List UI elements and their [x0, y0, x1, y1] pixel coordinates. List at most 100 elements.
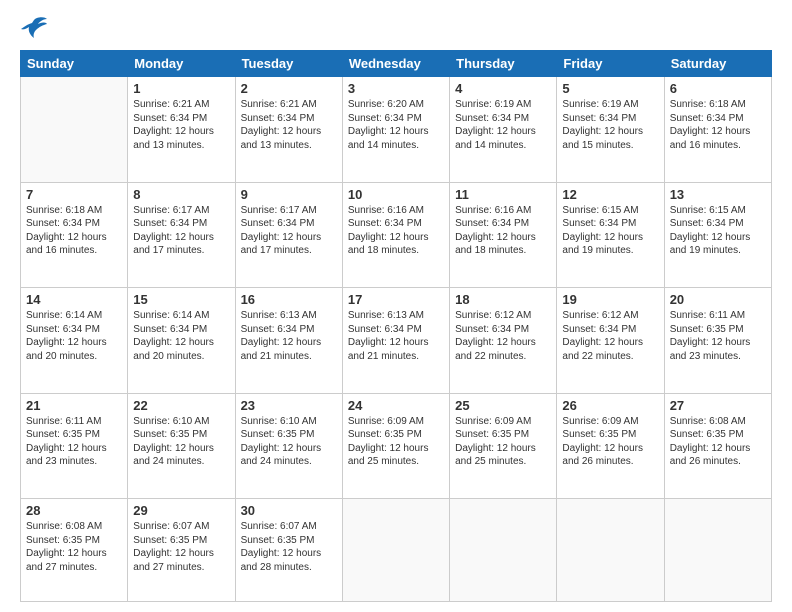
weekday-header-wednesday: Wednesday [342, 51, 449, 77]
week-row-4: 21 Sunrise: 6:11 AM Sunset: 6:35 PM Dayli… [21, 393, 772, 499]
day-info: Sunrise: 6:12 AM Sunset: 6:34 PM Dayligh… [455, 309, 551, 363]
weekday-header-monday: Monday [128, 51, 235, 77]
day-number: 12 [562, 187, 658, 202]
calendar-cell: 14 Sunrise: 6:14 AM Sunset: 6:34 PM Dayli… [21, 288, 128, 394]
day-info: Sunrise: 6:08 AM Sunset: 6:35 PM Dayligh… [670, 415, 766, 469]
header [20, 16, 772, 38]
calendar-cell: 12 Sunrise: 6:15 AM Sunset: 6:34 PM Dayli… [557, 182, 664, 288]
day-info: Sunrise: 6:10 AM Sunset: 6:35 PM Dayligh… [241, 415, 337, 469]
calendar-cell: 2Sunrise: 6:21 AM Sunset: 6:34 PM Daylig… [235, 77, 342, 183]
day-number: 2 [241, 81, 337, 96]
day-number: 28 [26, 503, 122, 518]
day-info: Sunrise: 6:14 AM Sunset: 6:34 PM Dayligh… [133, 309, 229, 363]
day-number: 1 [133, 81, 229, 96]
calendar-cell: 10 Sunrise: 6:16 AM Sunset: 6:34 PM Dayli… [342, 182, 449, 288]
day-number: 25 [455, 398, 551, 413]
calendar-cell: 4 Sunrise: 6:19 AM Sunset: 6:34 PM Daylig… [450, 77, 557, 183]
weekday-header-row: SundayMondayTuesdayWednesdayThursdayFrid… [21, 51, 772, 77]
day-number: 4 [455, 81, 551, 96]
day-info: Sunrise: 6:20 AM Sunset: 6:34 PM Dayligh… [348, 98, 444, 152]
calendar-cell: 8 Sunrise: 6:17 AM Sunset: 6:34 PM Daylig… [128, 182, 235, 288]
calendar-cell: 21 Sunrise: 6:11 AM Sunset: 6:35 PM Dayli… [21, 393, 128, 499]
calendar-cell: 23 Sunrise: 6:10 AM Sunset: 6:35 PM Dayli… [235, 393, 342, 499]
day-info: Sunrise: 6:12 AM Sunset: 6:34 PM Dayligh… [562, 309, 658, 363]
day-number: 17 [348, 292, 444, 307]
day-number: 9 [241, 187, 337, 202]
weekday-header-tuesday: Tuesday [235, 51, 342, 77]
day-info: Sunrise: 6:13 AM Sunset: 6:34 PM Dayligh… [348, 309, 444, 363]
week-row-3: 14 Sunrise: 6:14 AM Sunset: 6:34 PM Dayli… [21, 288, 772, 394]
day-number: 3 [348, 81, 444, 96]
day-number: 27 [670, 398, 766, 413]
calendar-cell: 11 Sunrise: 6:16 AM Sunset: 6:34 PM Dayli… [450, 182, 557, 288]
calendar-cell: 17 Sunrise: 6:13 AM Sunset: 6:34 PM Dayli… [342, 288, 449, 394]
calendar-cell: 20 Sunrise: 6:11 AM Sunset: 6:35 PM Dayli… [664, 288, 771, 394]
calendar-cell [557, 499, 664, 602]
day-number: 24 [348, 398, 444, 413]
day-info: Sunrise: 6:19 AM Sunset: 6:34 PM Dayligh… [455, 98, 551, 152]
calendar-cell: 3 Sunrise: 6:20 AM Sunset: 6:34 PM Daylig… [342, 77, 449, 183]
calendar-cell: 26Sunrise: 6:09 AM Sunset: 6:35 PM Dayli… [557, 393, 664, 499]
calendar-cell: 9 Sunrise: 6:17 AM Sunset: 6:34 PM Daylig… [235, 182, 342, 288]
day-info: Sunrise: 6:11 AM Sunset: 6:35 PM Dayligh… [26, 415, 122, 469]
day-info: Sunrise: 6:09 AM Sunset: 6:35 PM Dayligh… [348, 415, 444, 469]
day-number: 7 [26, 187, 122, 202]
calendar-cell [21, 77, 128, 183]
calendar-cell: 24 Sunrise: 6:09 AM Sunset: 6:35 PM Dayli… [342, 393, 449, 499]
calendar-cell: 27 Sunrise: 6:08 AM Sunset: 6:35 PM Dayli… [664, 393, 771, 499]
logo-bird-icon [20, 16, 48, 38]
calendar-cell [450, 499, 557, 602]
day-info: Sunrise: 6:18 AM Sunset: 6:34 PM Dayligh… [26, 204, 122, 258]
day-info: Sunrise: 6:19 AM Sunset: 6:34 PM Dayligh… [562, 98, 658, 152]
day-number: 26 [562, 398, 658, 413]
day-number: 18 [455, 292, 551, 307]
day-number: 11 [455, 187, 551, 202]
week-row-5: 28 Sunrise: 6:08 AM Sunset: 6:35 PM Dayli… [21, 499, 772, 602]
day-info: Sunrise: 6:13 AM Sunset: 6:34 PM Dayligh… [241, 309, 337, 363]
day-info: Sunrise: 6:16 AM Sunset: 6:34 PM Dayligh… [348, 204, 444, 258]
calendar-cell: 22Sunrise: 6:10 AM Sunset: 6:35 PM Dayli… [128, 393, 235, 499]
day-info: Sunrise: 6:09 AM Sunset: 6:35 PM Dayligh… [455, 415, 551, 469]
weekday-header-saturday: Saturday [664, 51, 771, 77]
weekday-header-friday: Friday [557, 51, 664, 77]
page: SundayMondayTuesdayWednesdayThursdayFrid… [0, 0, 792, 612]
day-info: Sunrise: 6:18 AM Sunset: 6:34 PM Dayligh… [670, 98, 766, 152]
calendar-cell: 29Sunrise: 6:07 AM Sunset: 6:35 PM Dayli… [128, 499, 235, 602]
calendar-cell [664, 499, 771, 602]
day-number: 15 [133, 292, 229, 307]
day-number: 30 [241, 503, 337, 518]
day-info: Sunrise: 6:16 AM Sunset: 6:34 PM Dayligh… [455, 204, 551, 258]
day-number: 13 [670, 187, 766, 202]
day-number: 21 [26, 398, 122, 413]
day-info: Sunrise: 6:17 AM Sunset: 6:34 PM Dayligh… [133, 204, 229, 258]
day-info: Sunrise: 6:15 AM Sunset: 6:34 PM Dayligh… [562, 204, 658, 258]
day-number: 8 [133, 187, 229, 202]
day-number: 16 [241, 292, 337, 307]
logo [20, 16, 52, 38]
weekday-header-sunday: Sunday [21, 51, 128, 77]
day-info: Sunrise: 6:07 AM Sunset: 6:35 PM Dayligh… [241, 520, 337, 574]
day-number: 22 [133, 398, 229, 413]
calendar-cell [342, 499, 449, 602]
week-row-2: 7 Sunrise: 6:18 AM Sunset: 6:34 PM Daylig… [21, 182, 772, 288]
day-number: 10 [348, 187, 444, 202]
calendar-cell: 18 Sunrise: 6:12 AM Sunset: 6:34 PM Dayli… [450, 288, 557, 394]
day-number: 20 [670, 292, 766, 307]
day-number: 19 [562, 292, 658, 307]
day-info: Sunrise: 6:11 AM Sunset: 6:35 PM Dayligh… [670, 309, 766, 363]
day-number: 5 [562, 81, 658, 96]
day-info: Sunrise: 6:08 AM Sunset: 6:35 PM Dayligh… [26, 520, 122, 574]
calendar-cell: 6 Sunrise: 6:18 AM Sunset: 6:34 PM Daylig… [664, 77, 771, 183]
day-number: 29 [133, 503, 229, 518]
day-number: 6 [670, 81, 766, 96]
day-number: 23 [241, 398, 337, 413]
day-info: Sunrise: 6:21 AM Sunset: 6:34 PM Dayligh… [133, 98, 229, 152]
day-info: Sunrise: 6:14 AM Sunset: 6:34 PM Dayligh… [26, 309, 122, 363]
calendar: SundayMondayTuesdayWednesdayThursdayFrid… [20, 50, 772, 602]
calendar-cell: 30 Sunrise: 6:07 AM Sunset: 6:35 PM Dayli… [235, 499, 342, 602]
calendar-cell: 19 Sunrise: 6:12 AM Sunset: 6:34 PM Dayli… [557, 288, 664, 394]
calendar-cell: 13Sunrise: 6:15 AM Sunset: 6:34 PM Dayli… [664, 182, 771, 288]
day-number: 14 [26, 292, 122, 307]
calendar-cell: 28 Sunrise: 6:08 AM Sunset: 6:35 PM Dayli… [21, 499, 128, 602]
day-info: Sunrise: 6:17 AM Sunset: 6:34 PM Dayligh… [241, 204, 337, 258]
